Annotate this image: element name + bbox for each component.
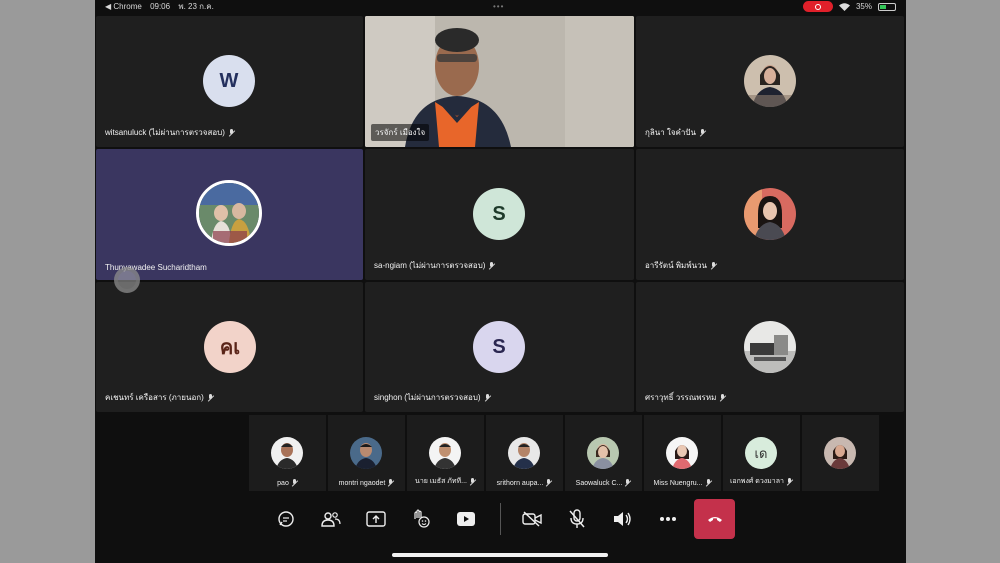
- active-speaker-tile[interactable]: Thunyawadee Sucharidtham: [96, 149, 363, 280]
- mic-muted-icon: [786, 477, 793, 486]
- participant-tile[interactable]: ศราวุทธิ์ วรรณพรหม: [636, 282, 904, 412]
- hang-up-button[interactable]: [694, 499, 735, 539]
- participant-name: คเชนทร์ เครือสาร (ภายนอก): [105, 393, 204, 402]
- mic-off-icon: [569, 509, 585, 528]
- profile-photo: [744, 321, 796, 373]
- camera-off-icon: [522, 511, 542, 527]
- mic-muted-icon: [710, 261, 717, 270]
- more-icon: [660, 517, 676, 521]
- profile-photo: [744, 188, 796, 240]
- participant-tile[interactable]: S singhon (ไม่ผ่านการตรวจสอบ): [365, 282, 634, 412]
- chat-button[interactable]: [269, 503, 303, 535]
- reactions-button[interactable]: [404, 503, 438, 535]
- mini-participant-tile[interactable]: [802, 415, 879, 491]
- profile-photo: [429, 437, 461, 469]
- mini-participant-tile[interactable]: montri ngaodet: [328, 415, 405, 491]
- participant-name: นาย เมธัส ภัทที...: [415, 478, 467, 485]
- participant-tile[interactable]: กุลินา ใจคำปัน: [636, 16, 904, 147]
- mic-muted-icon: [207, 393, 214, 402]
- mic-muted-icon: [719, 393, 726, 402]
- participant-name: อารีรัตน์ พิมพ์นวน: [645, 261, 708, 270]
- speaker-button[interactable]: [605, 503, 639, 535]
- avatar: เด: [745, 437, 777, 469]
- participant-name: singhon (ไม่ผ่านการตรวจสอบ): [374, 393, 481, 402]
- screen-recording-icon[interactable]: [802, 1, 833, 12]
- share-screen-icon: [366, 511, 386, 527]
- avatar: คเ: [204, 321, 256, 373]
- mini-participant-tile[interactable]: Miss Nuengru...: [644, 415, 721, 491]
- home-indicator[interactable]: [392, 553, 608, 557]
- camera-toggle-button[interactable]: [515, 503, 549, 535]
- participant-name: witsanuluck (ไม่ผ่านการตรวจสอบ): [105, 128, 225, 137]
- people-icon: [321, 512, 341, 527]
- back-to-app[interactable]: ◀ Chrome: [105, 2, 142, 11]
- battery-percent: 35%: [855, 2, 872, 11]
- participant-name: Miss Nuengru...: [653, 479, 703, 487]
- mic-muted-icon: [488, 261, 495, 270]
- toolbar-divider: [500, 503, 501, 535]
- battery-icon: [878, 2, 896, 11]
- participant-name: srithorn aupa...: [496, 479, 544, 487]
- participant-name: sa-ngiam (ไม่ผ่านการตรวจสอบ): [374, 261, 486, 270]
- mic-muted-icon: [545, 479, 552, 487]
- participant-name: Saowaluck C...: [575, 479, 623, 487]
- mic-toggle-button[interactable]: [560, 503, 594, 535]
- mic-muted-icon: [705, 479, 712, 487]
- participant-tile[interactable]: W witsanuluck (ไม่ผ่านการตรวจสอบ): [96, 16, 363, 147]
- participant-name: กุลินา ใจคำปัน: [645, 128, 696, 137]
- participant-video-tile[interactable]: วรจักร์ เมืองใจ: [365, 16, 634, 147]
- profile-photo: [587, 437, 619, 469]
- status-bar: ◀ Chrome 09:06 พ. 23 ก.ค. ••• 35%: [95, 0, 906, 13]
- meeting-toolbar: [95, 495, 906, 545]
- participant-name: เอกพงศ์ ดวงมาลา: [730, 478, 784, 485]
- share-screen-button[interactable]: [359, 503, 393, 535]
- profile-photo: [666, 437, 698, 469]
- clock: 09:06: [150, 2, 171, 11]
- teams-meeting-screen: ◀ Chrome 09:06 พ. 23 ก.ค. ••• 35% W wits…: [95, 0, 906, 563]
- participant-name: montri ngaodet: [338, 479, 386, 487]
- speaker-icon: [614, 512, 631, 526]
- wifi-icon: [838, 2, 850, 11]
- profile-photo: [271, 437, 303, 469]
- mic-muted-icon: [291, 479, 298, 487]
- mic-muted-icon: [624, 479, 631, 487]
- participant-tile[interactable]: คเ คเชนทร์ เครือสาร (ภายนอก): [96, 282, 363, 412]
- mic-muted-icon: [469, 477, 476, 486]
- avatar: S: [473, 188, 525, 240]
- profile-photo: [350, 437, 382, 469]
- mini-participant-tile[interactable]: Saowaluck C...: [565, 415, 642, 491]
- profile-photo: [744, 55, 796, 107]
- participant-name: วรจักร์ เมืองใจ: [375, 128, 426, 137]
- mini-participant-tile[interactable]: เด เอกพงศ์ ดวงมาลา: [723, 415, 800, 491]
- video-app-icon: [457, 512, 475, 526]
- video-app-button[interactable]: [449, 503, 483, 535]
- mini-participant-tile[interactable]: pao: [249, 415, 326, 491]
- avatar: W: [203, 55, 255, 107]
- profile-photo: [199, 183, 259, 243]
- participant-name: ศราวุทธิ์ วรรณพรหม: [645, 393, 717, 402]
- participant-name: pao: [277, 479, 289, 487]
- mic-muted-icon: [228, 128, 235, 137]
- date: พ. 23 ก.ค.: [178, 2, 214, 11]
- multitask-dots-icon[interactable]: •••: [493, 0, 504, 13]
- participant-tile[interactable]: อารีรัตน์ พิมพ์นวน: [636, 149, 904, 280]
- mic-muted-icon: [387, 479, 394, 487]
- more-options-button[interactable]: [651, 503, 685, 535]
- avatar: S: [473, 321, 525, 373]
- profile-photo: [508, 437, 540, 469]
- chat-icon: [278, 511, 294, 527]
- mini-participant-tile[interactable]: srithorn aupa...: [486, 415, 563, 491]
- hang-up-icon: [707, 517, 722, 522]
- mic-muted-icon: [699, 128, 706, 137]
- mic-muted-icon: [484, 393, 491, 402]
- people-button[interactable]: [314, 503, 348, 535]
- mini-participant-tile[interactable]: นาย เมธัส ภัทที...: [407, 415, 484, 491]
- speaking-indicator: [196, 180, 262, 246]
- participant-tile[interactable]: S sa-ngiam (ไม่ผ่านการตรวจสอบ): [365, 149, 634, 280]
- raise-hand-icon: [414, 509, 430, 528]
- profile-photo: [824, 437, 856, 469]
- assistive-touch-button[interactable]: [114, 267, 140, 293]
